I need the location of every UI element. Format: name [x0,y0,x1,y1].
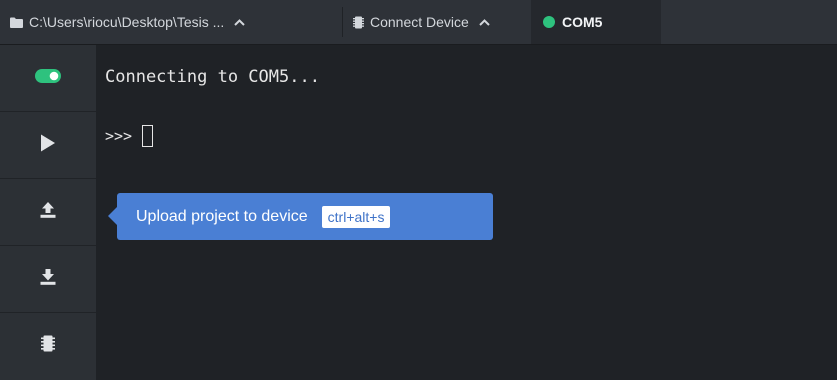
keyboard-shortcut: ctrl+alt+s [321,205,391,228]
status-bar: C:\Users\riocu\Desktop\Tesis ... Connect… [0,0,837,45]
play-icon [39,133,57,158]
port-label: COM5 [562,14,603,30]
connected-dot-icon [543,16,555,28]
connect-device-selector[interactable]: Connect Device [353,0,531,44]
tooltip-text: Upload project to device [136,207,308,225]
device-button[interactable] [0,313,96,379]
chip-icon [353,16,364,29]
folder-icon [10,17,23,28]
connect-device-label: Connect Device [370,14,469,30]
project-path-label: C:\Users\riocu\Desktop\Tesis ... [29,14,225,30]
prompt-line[interactable]: >>> [105,125,154,147]
chip-icon [41,335,55,357]
separator [342,7,343,37]
chevron-up-icon [234,18,245,26]
repl-prompt: >>> [105,127,133,145]
chevron-up-icon [479,18,490,26]
download-icon [39,268,57,291]
port-status[interactable]: COM5 [531,0,661,44]
project-path-selector[interactable]: C:\Users\riocu\Desktop\Tesis ... [0,0,330,44]
terminal-output-line: Connecting to COM5... [105,67,320,87]
download-button[interactable] [0,246,96,313]
toolbar [0,45,96,380]
toggle-on-icon [35,68,61,88]
upload-tooltip: Upload project to device ctrl+alt+s [108,193,493,240]
text-cursor [142,125,154,147]
upload-icon [39,201,57,224]
connect-toggle-button[interactable] [0,45,96,112]
upload-button[interactable] [0,179,96,246]
run-button[interactable] [0,112,96,179]
